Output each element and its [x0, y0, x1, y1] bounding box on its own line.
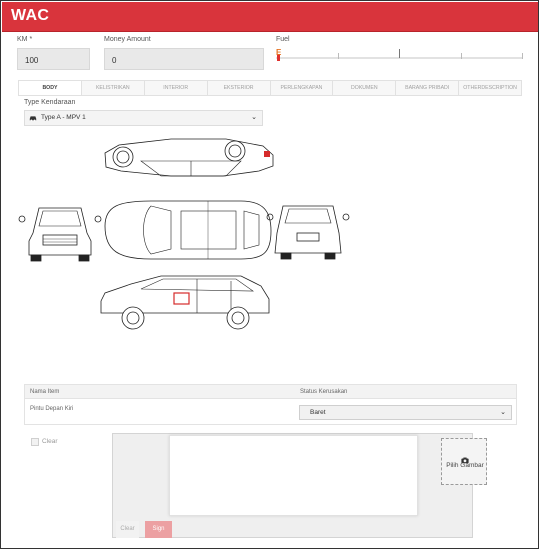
column-header-status: Status Kerusakan: [300, 389, 348, 395]
tab-perlengkapan[interactable]: PERLENGKAPAN: [271, 81, 334, 95]
tab-interior[interactable]: INTERIOR: [145, 81, 208, 95]
car-front-view: [18, 207, 102, 262]
damage-table: Nama Item Status Kerusakan Pintu Depan K…: [24, 384, 517, 425]
fuel-tick: [522, 53, 523, 59]
tab-barang-pribadi[interactable]: BARANG PRIBADI: [396, 81, 460, 95]
fuel-tick: [338, 53, 339, 59]
damage-status-value: Baret: [310, 409, 326, 416]
fuel-tick: [461, 53, 462, 59]
table-row: Pintu Depan Kiri Baret ⌄: [25, 399, 516, 425]
table-header: Nama Item Status Kerusakan: [25, 385, 516, 399]
car-side-view-top: [104, 138, 274, 177]
sign-button[interactable]: Sign: [145, 521, 172, 538]
clear-checkbox-label: Clear: [42, 438, 58, 445]
tab-eksterior[interactable]: EKSTERIOR: [208, 81, 271, 95]
chevron-down-icon: ⌄: [251, 114, 257, 121]
fuel-empty-marker: E: [276, 48, 282, 57]
tab-dokumen[interactable]: DOKUMEN: [333, 81, 397, 95]
vehicle-type-select[interactable]: Type A - MPV 1 ⌄: [24, 110, 263, 126]
fuel-tick: [399, 49, 400, 58]
vehicle-type-value: Type A - MPV 1: [41, 114, 86, 121]
vehicle-damage-diagram[interactable]: [1, 129, 539, 339]
damage-status-select[interactable]: Baret ⌄: [299, 405, 512, 420]
km-label: KM *: [17, 36, 33, 43]
car-top-view: [104, 200, 272, 260]
clear-signature-button[interactable]: Clear: [116, 521, 139, 538]
money-amount-input[interactable]: 0: [104, 48, 264, 70]
car-rear-view: [266, 205, 350, 260]
tab-kelistrikan[interactable]: KELISTRIKAN: [82, 81, 145, 95]
signature-pad[interactable]: [169, 435, 418, 516]
fuel-label: Fuel: [276, 36, 290, 43]
km-input[interactable]: 100: [17, 48, 90, 70]
column-header-item: Nama Item: [30, 389, 60, 395]
tab-body[interactable]: BODY: [19, 81, 82, 95]
choose-image-label: Pilih Gambar: [446, 462, 484, 469]
app-title: WAC: [11, 7, 50, 24]
damage-item-name: Pintu Depan Kiri: [30, 406, 74, 412]
choose-image-button[interactable]: Pilih Gambar: [441, 438, 487, 485]
app-window: WAC KM * 100 Money Amount 0 Fuel E BODY …: [0, 0, 539, 549]
money-amount-label: Money Amount: [104, 36, 151, 43]
tab-otherdescription[interactable]: OTHERDESCRIPTION: [459, 81, 521, 95]
vehicle-type-label: Type Kendaraan: [24, 99, 76, 106]
car-icon: [29, 113, 37, 127]
clear-checkbox[interactable]: [31, 438, 39, 446]
chevron-down-icon: ⌄: [500, 409, 506, 416]
app-header: WAC: [2, 2, 538, 32]
damage-marker[interactable]: [173, 292, 190, 305]
tab-bar: BODY KELISTRIKAN INTERIOR EKSTERIOR PERL…: [18, 80, 522, 96]
car-side-view-bottom: [100, 275, 270, 330]
